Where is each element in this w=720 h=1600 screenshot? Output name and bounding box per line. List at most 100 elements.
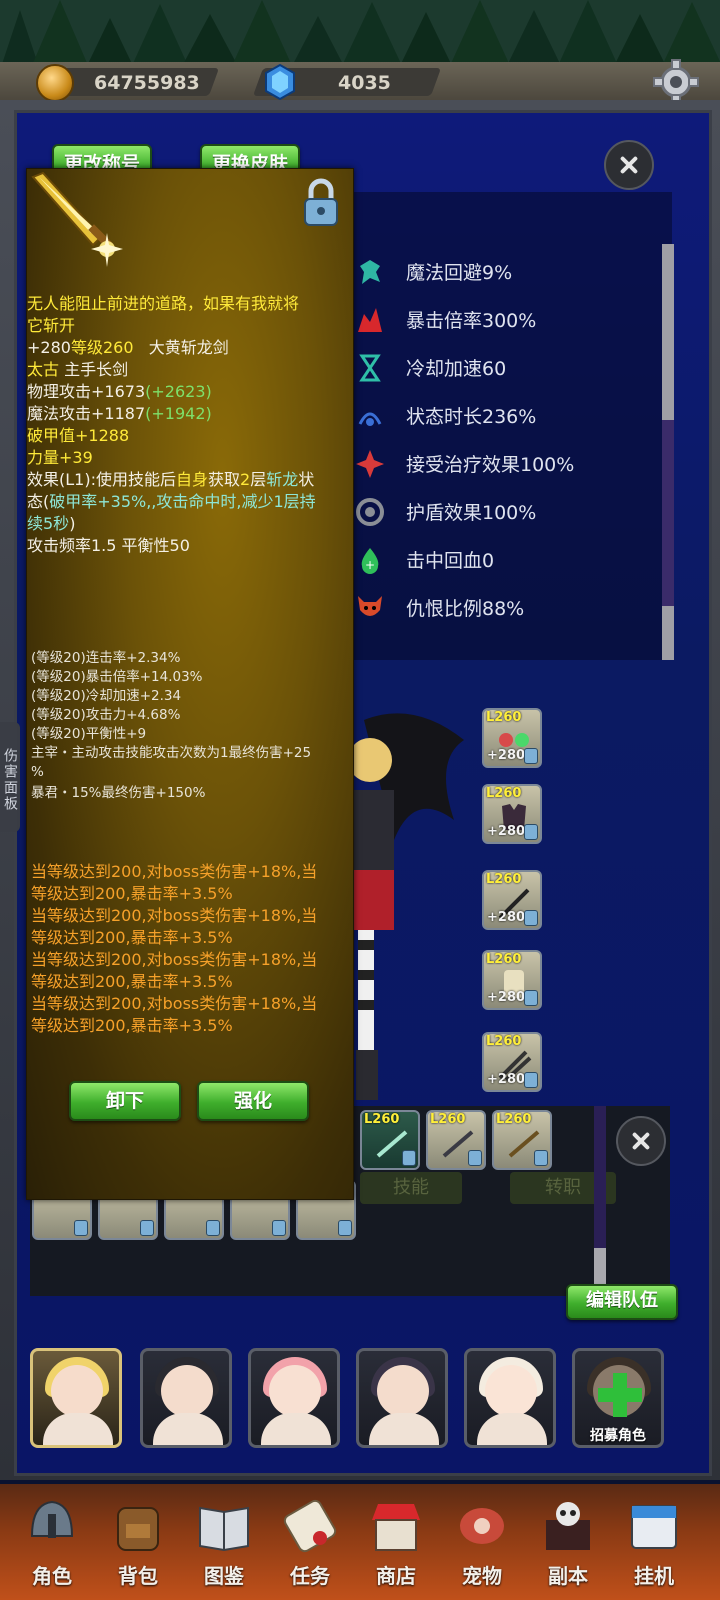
slot-level: L260 [486,710,522,725]
effect-detail: 破甲率+35%,,攻击命中时,减少1层持 [49,492,316,511]
slot-plus: +280 [487,910,526,925]
phys-atk-bonus: (+2623) [145,382,212,401]
character-card[interactable] [30,1348,122,1448]
close-panel-button[interactable] [604,140,654,190]
effect-stacks: 2 [240,470,251,489]
lock-icon [140,1220,154,1236]
equipment-slot[interactable]: L260 +280 [482,708,542,768]
stat-label: 仇恨比例88% [406,598,525,620]
effect-text: 获取 [208,470,241,489]
nav-character[interactable]: 角色 [8,1492,96,1596]
weapon-slot[interactable]: L260 [360,1110,420,1170]
stats-scroll-thumb[interactable] [662,244,674,420]
effect-text: 态( [27,492,50,511]
nav-label: 背包 [118,1564,158,1588]
nav-codex[interactable]: 图鉴 [180,1492,268,1596]
set-bonus-line: 当等级达到200,对boss类伤害+18%,当 [31,906,318,925]
lock-icon [402,1150,416,1166]
forest-backdrop [0,0,720,70]
affix-line: (等级20)冷却加速+2.34 [31,688,182,704]
damage-panel-tab[interactable]: 伤害面板 [0,722,20,832]
slot-level: L260 [486,1034,522,1049]
nav-idle[interactable]: 挂机 [610,1492,698,1596]
edit-team-button[interactable]: 编辑队伍 [566,1284,678,1320]
character-card[interactable] [248,1348,340,1448]
affix-line: (等级20)攻击力+4.68% [31,707,181,723]
character-card[interactable] [140,1348,232,1448]
item-tooltip: 无人能阻止前进的道路，如果有我就将 它斩开 +280等级260 大黄斩龙剑 太古… [26,168,354,1200]
mag-atk-bonus: (+1942) [145,404,212,423]
gold-coin-icon [36,64,74,102]
face [161,1365,213,1417]
affix-line: 暴君・15%最终伤害+150% [31,785,206,801]
slot-level: L260 [496,1112,532,1127]
effect-text: 状 [298,470,315,489]
face [485,1365,537,1417]
character-card[interactable] [464,1348,556,1448]
item-level: 等级260 [70,338,134,357]
affix-line: (等级20)连击率+2.34% [31,650,181,666]
svg-text:+: + [365,558,375,572]
affix-line: (等级20)暴击倍率+14.03% [31,669,203,685]
enhance-button[interactable]: 强化 [197,1081,309,1121]
lock-icon [338,1220,352,1236]
healing-received-icon [356,450,384,478]
effect-line-1: 效果(L1):使用技能后自身获取2层斩龙状 [27,469,314,491]
body [43,1413,113,1445]
lock-icon [534,1150,548,1166]
recruit-card[interactable]: 招募角色 [572,1348,664,1448]
equipment-slot[interactable]: L260 +280 [482,870,542,930]
equipment-slot[interactable]: L260 +280 [482,1032,542,1092]
lock-icon [468,1150,482,1166]
shop-icon [372,1504,420,1551]
effect-text: ) [69,514,76,533]
calendar-icon [631,1505,677,1549]
set-bonus-line: 当等级达到200,对boss类伤害+18%,当 [31,994,318,1013]
nav-pets[interactable]: 宠物 [438,1492,526,1596]
lock-icon [524,824,538,840]
close-team-button[interactable] [616,1116,666,1166]
gem-amount: 4035 [338,72,391,94]
nav-dungeon[interactable]: 副本 [524,1492,612,1596]
stat-row: 护盾效果100% [354,492,654,532]
weapon-slot[interactable]: L260 [426,1110,486,1170]
effect-line-2: 态(破甲率+35%,,攻击命中时,减少1层持 [27,491,316,513]
phys-atk: 物理攻击+1673 [27,382,146,401]
body [369,1413,439,1445]
character-card[interactable] [356,1348,448,1448]
plus-icon-bar [598,1388,642,1402]
slot-level: L260 [486,872,522,887]
character-sprite [354,713,464,1100]
slot-level: L260 [486,952,522,967]
stat-label: 暴击倍率300% [406,310,537,332]
nav-label: 宠物 [462,1564,502,1588]
nav-quests[interactable]: 任务 [266,1492,354,1596]
nav-backpack[interactable]: 背包 [94,1492,182,1596]
lock-icon[interactable] [301,177,341,229]
nav-shop[interactable]: 商店 [352,1492,440,1596]
flavor-text-2: 它斩开 [27,316,76,335]
enhance-level: +280 [27,338,71,357]
face [51,1365,103,1417]
nav-label: 挂机 [634,1564,674,1588]
helmet-icon [30,1500,74,1538]
stat-label: 魔法回避9% [406,262,513,284]
weapon-slot[interactable]: L260 [492,1110,552,1170]
crit-multiplier-icon [358,308,382,332]
equipment-slot[interactable]: L260 +280 [482,784,542,844]
stat-label: 护盾效果100% [406,502,537,524]
set-bonus-line: 等级达到200,暴击率+3.5% [31,1016,233,1035]
face [269,1365,321,1417]
settings-gear-icon[interactable] [652,58,700,106]
backpack-icon [117,1507,159,1551]
stats-scroll-thumb-lower[interactable] [662,606,674,660]
effect-text: 层 [250,470,267,489]
threat-ratio-icon [358,596,382,616]
unequip-button[interactable]: 卸下 [69,1081,181,1121]
equipment-slot[interactable]: L260 +280 [482,950,542,1010]
lock-icon [272,1220,286,1236]
lock-icon [524,910,538,926]
skills-tab[interactable]: 技能 [360,1172,462,1204]
lock-icon [74,1220,88,1236]
item-rarity: 太古 [27,360,60,379]
